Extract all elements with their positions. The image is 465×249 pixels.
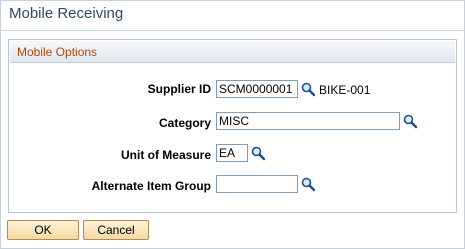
category-label: Category xyxy=(158,116,211,130)
supplier-description: BIKE-001 xyxy=(319,83,371,97)
group-header: Mobile Options xyxy=(10,41,455,63)
supplier-id-lookup-icon[interactable] xyxy=(300,81,316,97)
mobile-receiving-dialog: Mobile Receiving Mobile Options Supplier… xyxy=(0,0,465,249)
category-lookup-icon[interactable] xyxy=(402,113,418,129)
cancel-button[interactable]: Cancel xyxy=(83,220,149,240)
page-title: Mobile Receiving xyxy=(9,5,124,22)
unit-of-measure-lookup-icon[interactable] xyxy=(250,145,266,161)
supplier-id-label: Supplier ID xyxy=(147,82,211,96)
category-input[interactable] xyxy=(216,112,400,130)
alternate-item-group-lookup-icon[interactable] xyxy=(300,176,316,192)
group-title: Mobile Options xyxy=(17,45,98,59)
unit-of-measure-label: Unit of Measure xyxy=(120,148,211,162)
ok-button[interactable]: OK xyxy=(7,220,79,240)
alternate-item-group-input[interactable] xyxy=(216,175,298,193)
title-divider xyxy=(1,30,464,31)
alternate-item-group-label: Alternate Item Group xyxy=(91,179,211,193)
supplier-id-input[interactable] xyxy=(216,80,298,98)
unit-of-measure-input[interactable] xyxy=(216,144,248,162)
